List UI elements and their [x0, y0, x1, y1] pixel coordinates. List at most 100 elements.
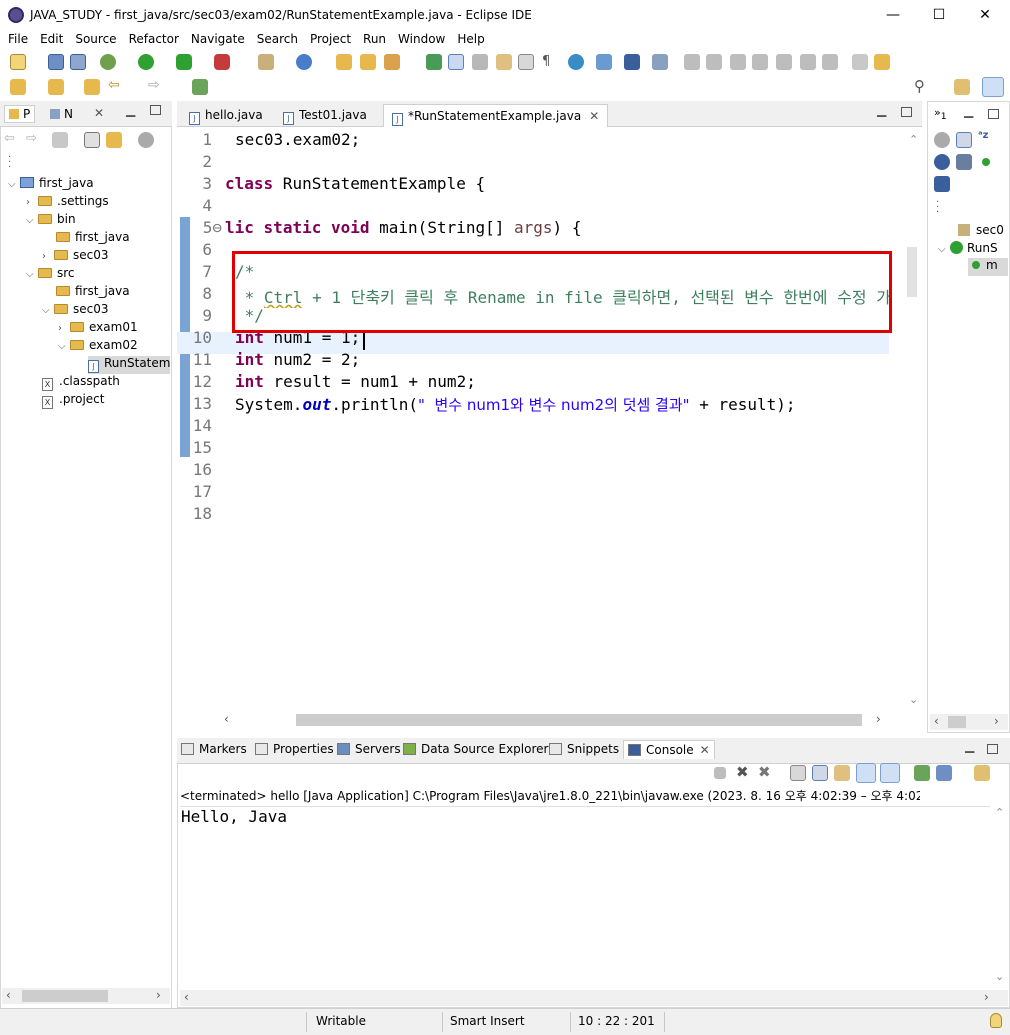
- scroll-left-icon[interactable]: ‹: [934, 714, 939, 728]
- console-output-area[interactable]: Hello, Java: [180, 806, 990, 988]
- console-vertical-scrollbar[interactable]: ⌃ ⌄: [992, 806, 1008, 988]
- menu-file[interactable]: File: [0, 30, 32, 46]
- suspend-icon[interactable]: [706, 54, 722, 70]
- outline-tab-icon[interactable]: »1: [934, 106, 947, 122]
- scroll-down-icon[interactable]: ⌄: [909, 693, 918, 706]
- remove-all-terminated-icon[interactable]: ✖: [758, 763, 771, 781]
- tab-package-explorer[interactable]: P: [4, 105, 36, 123]
- forward-arrow-icon[interactable]: ⇨: [148, 77, 160, 93]
- external-tools-icon[interactable]: [214, 54, 230, 70]
- drop-to-frame-icon[interactable]: [852, 54, 868, 70]
- console-view-icon[interactable]: [624, 54, 640, 70]
- close-tab-icon[interactable]: ✕: [94, 106, 104, 120]
- scroll-right-icon[interactable]: ›: [984, 990, 989, 1004]
- hide-static-icon[interactable]: [956, 154, 972, 170]
- menu-refactor[interactable]: Refactor: [121, 30, 183, 46]
- tree-item-src-sec03[interactable]: ⌵ sec03: [42, 302, 109, 320]
- vertical-scrollbar-thumb[interactable]: [907, 247, 917, 297]
- show-on-output-icon[interactable]: [856, 763, 876, 783]
- tab-runstatementexample-java[interactable]: J *RunStatementExample.java ✕: [383, 104, 609, 127]
- scroll-right-icon[interactable]: ›: [876, 712, 881, 726]
- tree-item-src[interactable]: ⌵ src: [26, 266, 75, 284]
- outline-filter-icon[interactable]: [934, 132, 950, 148]
- globe-icon[interactable]: [568, 54, 584, 70]
- hide-fields-icon[interactable]: [934, 154, 950, 170]
- scroll-right-icon[interactable]: ›: [994, 714, 999, 728]
- use-step-filters-icon[interactable]: [874, 54, 890, 70]
- step-return-icon[interactable]: [822, 54, 838, 70]
- maximize-view-icon[interactable]: [150, 105, 161, 115]
- minimize-button[interactable]: —: [870, 0, 916, 30]
- menu-edit[interactable]: Edit: [32, 30, 67, 46]
- step-over-icon[interactable]: [800, 54, 816, 70]
- coverage-icon[interactable]: [176, 54, 192, 70]
- explorer-up-icon[interactable]: [52, 132, 68, 148]
- disconnect-icon[interactable]: [752, 54, 768, 70]
- pilcrow-icon[interactable]: ¶: [542, 54, 550, 69]
- outline-horizontal-scrollbar[interactable]: ‹ ›: [930, 714, 1008, 730]
- annotation-icon[interactable]: [426, 54, 442, 70]
- outline-package-item[interactable]: sec0: [958, 223, 1004, 237]
- scrollbar-thumb[interactable]: [948, 716, 966, 728]
- tab-navigator[interactable]: N: [50, 107, 73, 121]
- resume-icon[interactable]: [684, 54, 700, 70]
- tip-lightbulb-icon[interactable]: [990, 1013, 1002, 1028]
- last-edit-location-icon[interactable]: [84, 79, 100, 95]
- scroll-left-icon[interactable]: ‹: [184, 990, 189, 1004]
- explorer-forward-icon[interactable]: ⇨: [26, 131, 37, 146]
- tree-item-bin[interactable]: ⌵ bin: [26, 212, 76, 230]
- editor-horizontal-scrollbar[interactable]: ‹ ›: [222, 712, 890, 728]
- scroll-left-icon[interactable]: ‹: [224, 712, 229, 726]
- previous-annotation-icon[interactable]: [48, 79, 64, 95]
- menu-run[interactable]: Run: [355, 30, 390, 46]
- toggle-breadcrumb-icon[interactable]: [472, 54, 488, 70]
- tree-item-project[interactable]: X .project: [42, 392, 104, 410]
- show-whitespace-icon[interactable]: [518, 54, 534, 70]
- tab-hello-java[interactable]: Jhello.java: [181, 104, 271, 127]
- save-all-icon[interactable]: [70, 54, 86, 70]
- sort-az-icon[interactable]: ᵃz: [978, 130, 988, 141]
- new-class-icon[interactable]: [296, 54, 312, 70]
- hide-local-types-icon[interactable]: [934, 176, 950, 192]
- explorer-overflow-icon[interactable]: · · ·: [8, 153, 11, 173]
- pin-editor-icon[interactable]: [192, 79, 208, 95]
- open-task-icon[interactable]: [360, 54, 376, 70]
- outline-minimize-icon[interactable]: ▁: [964, 104, 973, 118]
- editor-minimize-icon[interactable]: ▁: [877, 103, 886, 117]
- tab-markers[interactable]: Markers: [181, 742, 247, 756]
- terminate-icon[interactable]: [730, 54, 746, 70]
- menu-help[interactable]: Help: [449, 30, 488, 46]
- scroll-up-icon[interactable]: ⌃: [909, 133, 918, 146]
- console-horizontal-scrollbar[interactable]: ‹ ›: [180, 990, 1008, 1006]
- quick-access-search-icon[interactable]: ⚲: [914, 77, 925, 95]
- collapse-all-icon[interactable]: [84, 132, 100, 148]
- tab-data-source-explorer[interactable]: Data Source Explorer: [403, 742, 548, 756]
- line-number[interactable]: 5⊖: [190, 218, 222, 237]
- explorer-back-icon[interactable]: ⇦: [4, 131, 15, 146]
- tree-item-settings[interactable]: › .settings: [26, 194, 109, 212]
- maximize-button[interactable]: ☐: [916, 0, 962, 30]
- scroll-left-icon[interactable]: ‹: [6, 988, 11, 1002]
- tab-snippets[interactable]: Snippets: [549, 742, 619, 756]
- web-browser-icon[interactable]: [596, 54, 612, 70]
- tree-item-runstatementexample[interactable]: J RunStatemen: [88, 356, 170, 374]
- scroll-right-icon[interactable]: ›: [156, 988, 161, 1002]
- block-selection-icon[interactable]: [496, 54, 512, 70]
- view-menu-icon[interactable]: [138, 132, 154, 148]
- outline-overflow-icon[interactable]: · · ·: [936, 198, 939, 218]
- tree-item-first-java-project[interactable]: ⌵ first_java: [8, 176, 94, 194]
- link-with-editor-icon[interactable]: [106, 132, 122, 148]
- java-perspective-icon[interactable]: [982, 77, 1004, 97]
- tree-item-bin-first-java[interactable]: first_java: [56, 230, 130, 248]
- highlight-occurrences-icon[interactable]: [448, 54, 464, 70]
- clear-console-icon[interactable]: [790, 765, 806, 781]
- menu-window[interactable]: Window: [390, 30, 449, 46]
- run-icon[interactable]: [138, 54, 154, 70]
- console-minimize-icon[interactable]: ▁: [965, 739, 974, 753]
- scroll-lock-icon[interactable]: [812, 765, 828, 781]
- menu-source[interactable]: Source: [67, 30, 120, 46]
- close-button[interactable]: ✕: [962, 0, 1008, 30]
- outline-method-item[interactable]: m: [968, 258, 1008, 276]
- open-perspective-icon[interactable]: [954, 79, 970, 95]
- open-type-icon[interactable]: [336, 54, 352, 70]
